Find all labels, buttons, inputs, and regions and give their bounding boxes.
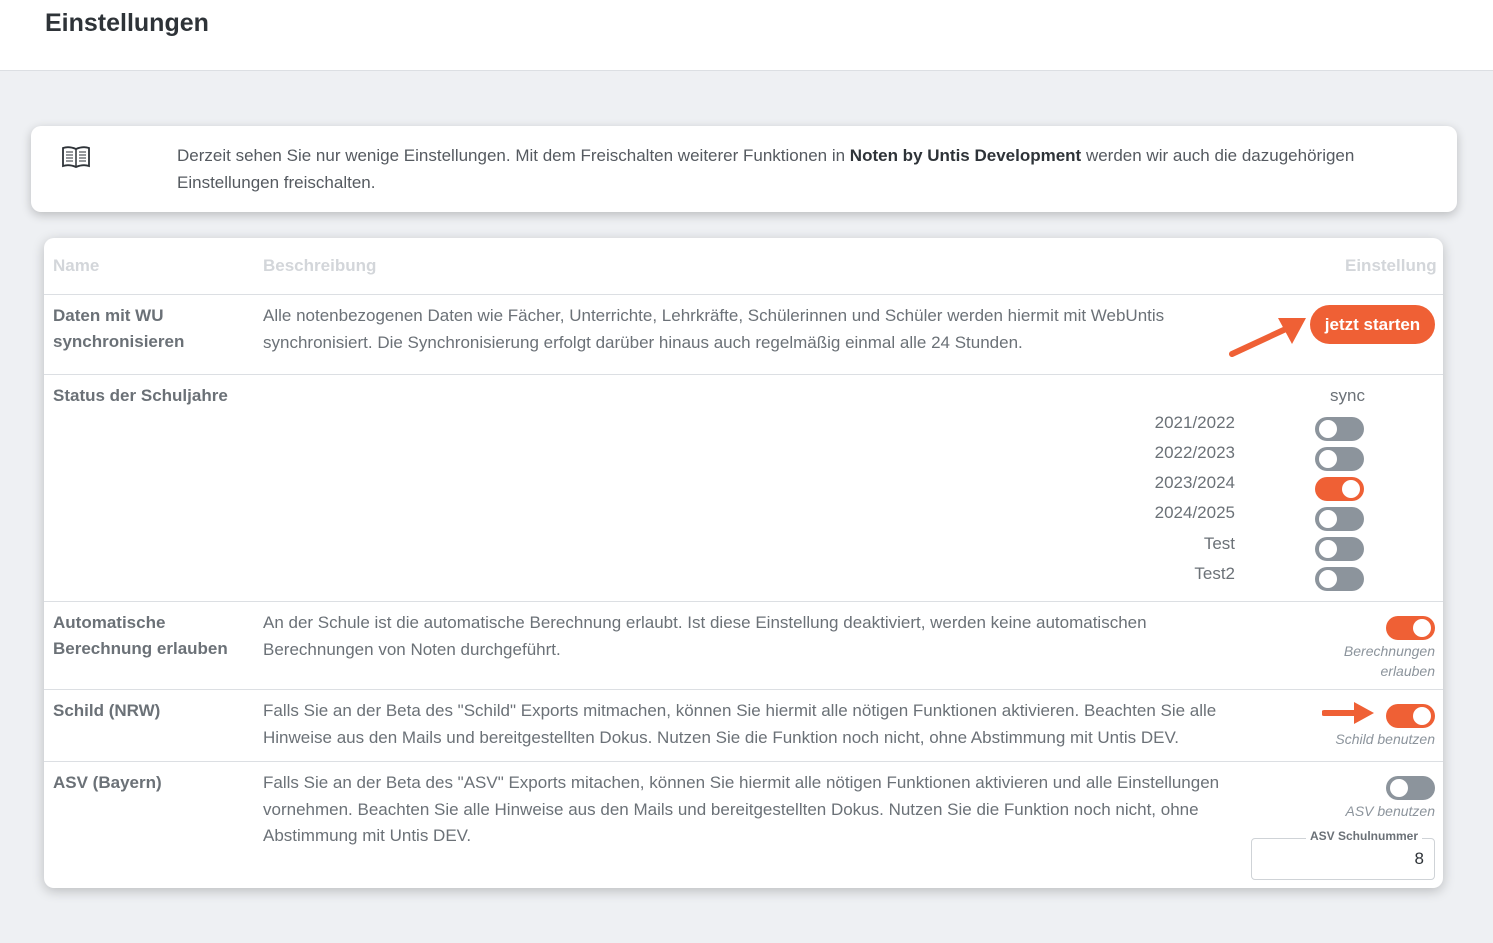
toggle-knob [1319, 570, 1337, 588]
toggle-knob [1319, 510, 1337, 528]
school-year-label: 2023/2024 [1154, 473, 1235, 492]
setting-name-schild: Schild (NRW) [53, 701, 161, 720]
school-year-label: 2022/2023 [1154, 443, 1235, 462]
toggle-knob [1390, 779, 1408, 797]
school-year-sync-toggle[interactable] [1315, 477, 1364, 501]
school-year-sync-toggle[interactable] [1315, 417, 1364, 441]
school-year-label: Test2 [1194, 564, 1235, 583]
info-text-before: Derzeit sehen Sie nur wenige Einstellung… [177, 146, 850, 165]
school-year-sync-toggle[interactable] [1315, 447, 1364, 471]
info-message: Derzeit sehen Sie nur wenige Einstellung… [177, 142, 1392, 196]
toggle-knob [1342, 480, 1360, 498]
page-title: Einstellungen [45, 9, 209, 37]
book-icon [62, 146, 90, 168]
toggle-knob [1413, 619, 1431, 637]
info-text-bold: Noten by Untis Development [849, 146, 1082, 165]
setting-name-school-years: Status der Schuljahre [53, 386, 228, 405]
asv-toggle-label: ASV benutzen [1345, 803, 1435, 819]
row-divider [44, 689, 1443, 690]
setting-name-auto-calc: Automatische Berechnung erlauben [53, 613, 228, 658]
column-header-setting: Einstellung [1345, 256, 1437, 275]
toggle-knob [1319, 420, 1337, 438]
auto-calc-toggle-label: Berechnungen erlauben [1343, 643, 1435, 679]
asv-toggle[interactable] [1386, 776, 1435, 800]
asv-school-number-input[interactable] [1256, 846, 1424, 872]
school-year-sync-toggle[interactable] [1315, 537, 1364, 561]
auto-calc-toggle[interactable] [1386, 616, 1435, 640]
toggle-knob [1319, 450, 1337, 468]
row-divider [44, 374, 1443, 375]
schild-toggle[interactable] [1386, 704, 1435, 728]
start-sync-button[interactable]: jetzt starten [1310, 305, 1435, 344]
sync-column-label: sync [1330, 386, 1365, 405]
column-header-name: Name [53, 256, 100, 275]
row-divider [44, 601, 1443, 602]
top-bar [0, 0, 1493, 71]
asv-school-number-label: ASV Schulnummer [1306, 829, 1423, 843]
school-year-label: Test [1203, 534, 1235, 553]
row-divider [44, 294, 1443, 295]
toggle-knob [1319, 540, 1337, 558]
schild-toggle-label: Schild benutzen [1335, 731, 1435, 747]
row-divider [44, 761, 1443, 762]
toggle-knob [1413, 707, 1431, 725]
setting-description-schild: Falls Sie an der Beta des "Schild" Expor… [263, 701, 1217, 747]
setting-description-auto-calc: An der Schule ist die automatische Berec… [263, 613, 1147, 659]
school-year-label: 2021/2022 [1154, 413, 1235, 432]
arrow-icon [1229, 318, 1306, 357]
school-year-label: 2024/2025 [1154, 503, 1235, 522]
setting-description-asv: Falls Sie an der Beta des "ASV" Exports … [263, 773, 1220, 845]
setting-name-sync: Daten mit WU synchronisieren [53, 306, 185, 351]
setting-description-sync: Alle notenbezogenen Daten wie Fächer, Un… [263, 306, 1165, 352]
arrow-icon [1322, 702, 1374, 724]
school-year-sync-toggle[interactable] [1315, 567, 1364, 591]
column-header-description: Beschreibung [263, 256, 377, 275]
setting-name-asv: ASV (Bayern) [53, 773, 162, 792]
school-year-sync-toggle[interactable] [1315, 507, 1364, 531]
